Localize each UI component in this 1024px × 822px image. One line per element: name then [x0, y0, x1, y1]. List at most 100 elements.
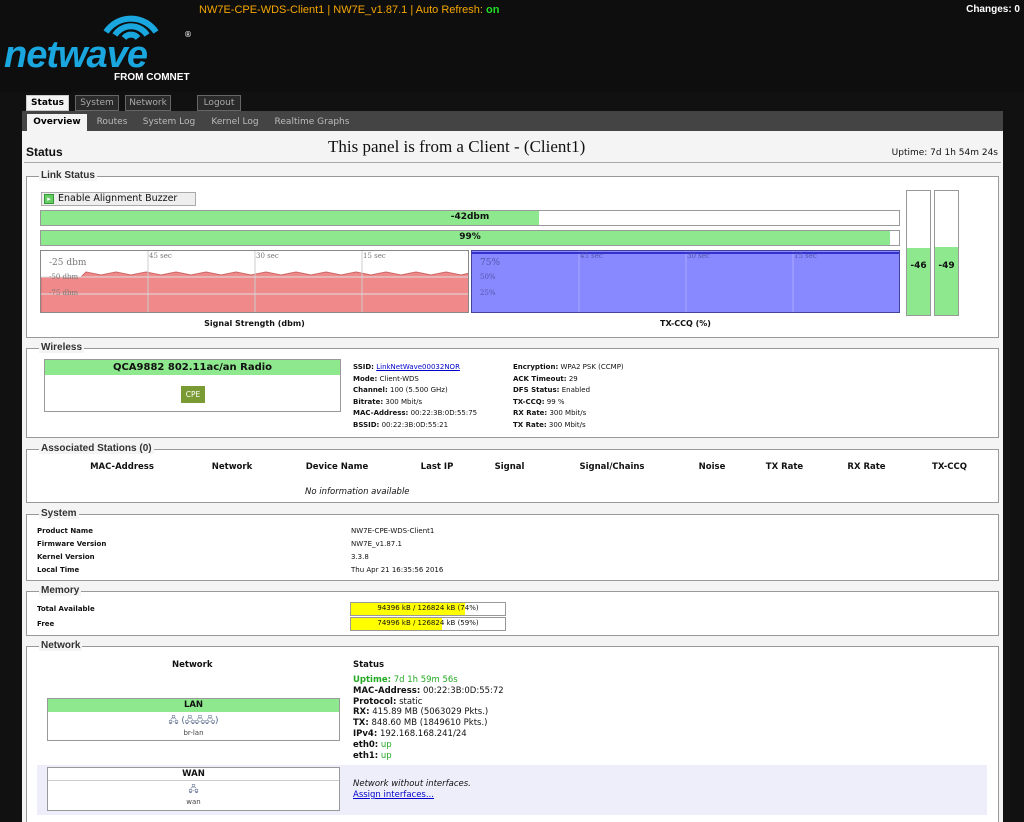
wan-card[interactable]: WAN 🖧 wan: [47, 767, 340, 811]
lan-name: LAN: [48, 699, 339, 712]
detail-value: Enabled: [561, 386, 591, 394]
detail-row: Mode: Client-WDS: [353, 374, 477, 386]
status-key: Uptime:: [353, 675, 391, 685]
detail-value: Client-WDS: [379, 374, 419, 383]
status-key: eth0:: [353, 739, 379, 750]
alignment-buzzer-button[interactable]: ▸ Enable Alignment Buzzer: [41, 192, 196, 206]
uptime-text: Uptime: 7d 1h 54m 24s: [891, 148, 998, 158]
status-panel: Status This panel is from a Client - (Cl…: [22, 131, 1003, 822]
status-key: eth1:: [353, 750, 379, 761]
chain2-bar: -49: [934, 190, 959, 316]
section-legend: Associated Stations (0): [39, 443, 154, 454]
detail-value: WPA2 PSK (CCMP): [560, 363, 624, 371]
assign-interfaces-link[interactable]: Assign interfaces...: [353, 790, 434, 800]
detail-row: Channel: 100 (5.500 GHz): [353, 385, 477, 397]
ccq-bar: 99%: [40, 230, 900, 246]
section-legend: Memory: [39, 585, 82, 596]
status-value: 192.168.168.241/24: [379, 728, 467, 739]
status-row: MAC-Address: 00:22:3B:0D:55:72: [353, 686, 504, 697]
ssid-link[interactable]: LinkNetWave00032NOR: [376, 363, 460, 371]
tab-routes[interactable]: Routes: [90, 114, 134, 131]
logo-registered: ®: [184, 30, 192, 39]
memory-total-label: 94396 kB / 126824 kB (74%): [377, 604, 479, 612]
detail-value: 100 (5.500 GHz): [390, 386, 448, 394]
tab-system-log[interactable]: System Log: [138, 114, 200, 131]
column-header: Device Name: [305, 462, 369, 472]
detail-value: 00:22:3B:0D:55:75: [410, 409, 478, 417]
status-key: RX:: [353, 707, 370, 718]
graph-ylabel: 75%: [480, 258, 501, 268]
column-header: TX Rate: [765, 462, 804, 472]
lan-card[interactable]: LAN 🖧 (🖧🖧🖧) br-lan: [47, 698, 340, 741]
status-value: 00:22:3B:0D:55:72: [422, 685, 504, 696]
detail-row: DFS Status: Enabled: [513, 385, 624, 397]
graph-tick: 45 sec: [149, 252, 172, 260]
graph-ylabel: -75 dbm: [49, 289, 79, 297]
detail-value: 300 Mbit/s: [549, 409, 587, 417]
ccq-bar-label: 99%: [459, 232, 481, 242]
section-legend: System: [39, 508, 79, 519]
tab-kernel-log[interactable]: Kernel Log: [205, 114, 265, 131]
chain2-label: -49: [938, 261, 955, 271]
column-header: Signal: [494, 462, 525, 472]
tab-overview[interactable]: Overview: [27, 114, 87, 131]
status-value: up: [380, 739, 392, 750]
system-value: Thu Apr 21 16:35:56 2016: [351, 566, 444, 574]
status-column-header: Status: [353, 660, 385, 670]
radio-name: QCA9882 802.11ac/an Radio: [45, 360, 340, 375]
play-icon: ▸: [44, 194, 54, 204]
graph-tick: 45 sec: [580, 252, 603, 260]
chain1-bar-fill: [907, 248, 930, 315]
ccq-graph: 45 sec 30 sec 15 sec 75% 50% 25%: [471, 250, 900, 313]
column-header: MAC-Address: [90, 462, 154, 472]
status-row: TX: 848.60 MB (1849610 Pkts.): [353, 718, 504, 729]
changes-counter[interactable]: Changes: 0: [966, 4, 1020, 15]
netwave-logo: netwave ® FROM COMNET: [4, 2, 196, 86]
tab-logout[interactable]: Logout: [197, 95, 241, 111]
lan-device: br-lan: [183, 729, 204, 737]
signal-bar: -42dbm: [40, 210, 900, 226]
detail-key: Mode:: [353, 374, 378, 383]
tab-status[interactable]: Status: [26, 95, 69, 111]
column-header: Signal/Chains: [579, 462, 645, 472]
column-header: Network: [211, 462, 253, 472]
detail-key: MAC-Address:: [353, 409, 409, 417]
header-info: NW7E-CPE-WDS-Client1 | NW7E_v1.87.1 | Au…: [199, 4, 499, 16]
link-status-section: Link Status ▸ Enable Alignment Buzzer -42…: [26, 170, 999, 338]
cpe-mode-badge: CPE: [181, 386, 205, 403]
sub-tabs: Overview Routes System Log Kernel Log Re…: [22, 111, 1003, 131]
wan-row: WAN 🖧 wan Network without interfaces. As…: [37, 765, 987, 815]
associated-stations-section: Associated Stations (0) MAC-Address Netw…: [26, 443, 999, 503]
chain2-bar-fill: [935, 246, 958, 315]
tab-system[interactable]: System: [75, 95, 119, 111]
graph-ylabel: -25 dbm: [49, 258, 87, 268]
column-header: Last IP: [420, 462, 454, 472]
graph-ylabel: 25%: [480, 289, 496, 297]
wan-status-text: Network without interfaces.: [353, 779, 471, 789]
memory-free-label: 74996 kB / 126824 kB (59%): [377, 619, 479, 627]
logo-wordmark: netwave: [4, 34, 148, 76]
detail-key: TX Rate:: [513, 420, 547, 429]
detail-value: 300 Mbit/s: [385, 397, 423, 406]
logo-subtitle: FROM COMNET: [114, 72, 190, 83]
tab-network[interactable]: Network: [125, 95, 171, 111]
wireless-details-right: Encryption: WPA2 PSK (CCMP) ACK Timeout:…: [513, 362, 624, 431]
chain1-label: -46: [910, 261, 927, 271]
tab-realtime-graphs[interactable]: Realtime Graphs: [270, 114, 354, 131]
status-key: Protocol:: [353, 696, 397, 707]
auto-refresh-toggle[interactable]: on: [486, 4, 499, 16]
wireless-section: Wireless QCA9882 802.11ac/an Radio CPE S…: [26, 342, 999, 438]
status-row: Uptime: 7d 1h 59m 56s: [353, 675, 504, 686]
detail-key: Bitrate:: [353, 397, 384, 406]
network-section: Network Network Status LAN 🖧 (🖧🖧🖧) br-la…: [26, 640, 999, 822]
status-row: RX: 415.89 MB (5063029 Pkts.): [353, 707, 504, 718]
status-key: TX:: [353, 718, 369, 729]
detail-key: SSID:: [353, 363, 374, 371]
graph-tick: 30 sec: [687, 252, 710, 260]
alignment-buzzer-label: Enable Alignment Buzzer: [58, 193, 178, 204]
status-row: eth0: up: [353, 740, 504, 751]
detail-key: TX-CCQ:: [513, 397, 545, 406]
status-key: MAC-Address:: [353, 685, 421, 696]
detail-value: 300 Mbit/s: [548, 420, 586, 429]
status-value: up: [380, 750, 392, 761]
